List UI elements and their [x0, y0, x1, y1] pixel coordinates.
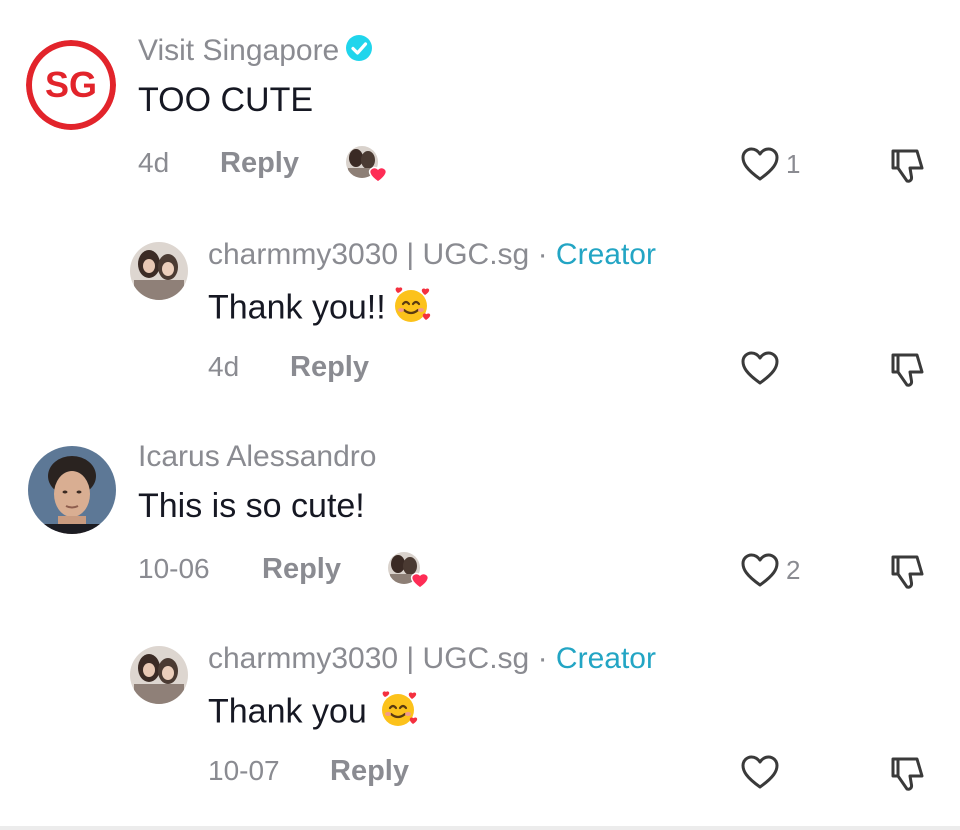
avatar-visit-singapore[interactable]: SG — [26, 40, 116, 130]
dislike-icon[interactable] — [886, 146, 926, 186]
comment-text: Thank you — [208, 688, 419, 739]
like-button[interactable] — [740, 754, 780, 790]
reply-button[interactable]: Reply — [290, 350, 369, 384]
divider — [0, 826, 960, 830]
like-button[interactable]: 1 — [740, 146, 800, 182]
comment-text: Thank you!! — [208, 284, 432, 335]
dislike-icon[interactable] — [886, 552, 926, 592]
creator-separator: · — [537, 238, 548, 271]
reply-button[interactable]: Reply — [220, 146, 299, 180]
creator-liked-icon — [386, 550, 434, 595]
like-button[interactable] — [740, 350, 780, 386]
smiling-face-with-hearts-emoji — [377, 688, 419, 739]
comment-author[interactable]: charmmy3030 | UGC.sg · Creator — [208, 238, 656, 272]
dislike-icon[interactable] — [886, 350, 926, 390]
avatar-icarus[interactable] — [28, 446, 116, 534]
reply-button[interactable]: Reply — [330, 754, 409, 788]
avatar-logo-text: SG — [45, 64, 97, 105]
creator-liked-icon — [344, 144, 392, 189]
comment-text: TOO CUTE — [138, 81, 314, 119]
dislike-button[interactable] — [886, 146, 926, 191]
author-name[interactable]: charmmy3030 | UGC.sg — [208, 642, 529, 675]
dislike-button[interactable] — [886, 552, 926, 597]
creator-separator: · — [537, 642, 548, 675]
comment-date: 4d — [208, 351, 240, 382]
heart-icon[interactable] — [740, 350, 780, 386]
heart-icon[interactable] — [740, 754, 780, 790]
reply-button[interactable]: Reply — [262, 552, 341, 586]
author-name[interactable]: Visit Singapore — [138, 34, 339, 67]
verified-badge-icon — [345, 34, 373, 70]
avatar-charmmy[interactable] — [130, 646, 188, 704]
comment-date: 4d — [138, 147, 170, 178]
heart-icon[interactable] — [740, 146, 780, 182]
author-name[interactable]: charmmy3030 | UGC.sg — [208, 238, 529, 271]
dislike-button[interactable] — [886, 754, 926, 799]
comment-date: 10-07 — [208, 755, 280, 786]
creator-badge: Creator — [555, 238, 656, 271]
creator-badge: Creator — [555, 642, 656, 675]
smiling-face-with-hearts-emoji — [390, 284, 432, 335]
dislike-icon[interactable] — [886, 754, 926, 794]
comment-author[interactable]: Icarus Alessandro — [138, 440, 376, 474]
dislike-button[interactable] — [886, 350, 926, 395]
comment-author[interactable]: charmmy3030 | UGC.sg · Creator — [208, 642, 656, 676]
heart-icon[interactable] — [740, 552, 780, 588]
comment-date: 10-06 — [138, 553, 210, 584]
comment-author[interactable]: Visit Singapore — [138, 34, 373, 70]
comment-text: This is so cute! — [138, 487, 365, 525]
comment-text-content: Thank you!! — [208, 288, 386, 327]
avatar-charmmy[interactable] — [130, 242, 188, 300]
like-count: 1 — [786, 148, 801, 179]
like-button[interactable]: 2 — [740, 552, 800, 588]
comment-text-content: Thank you — [208, 692, 367, 731]
like-count: 2 — [786, 554, 801, 585]
